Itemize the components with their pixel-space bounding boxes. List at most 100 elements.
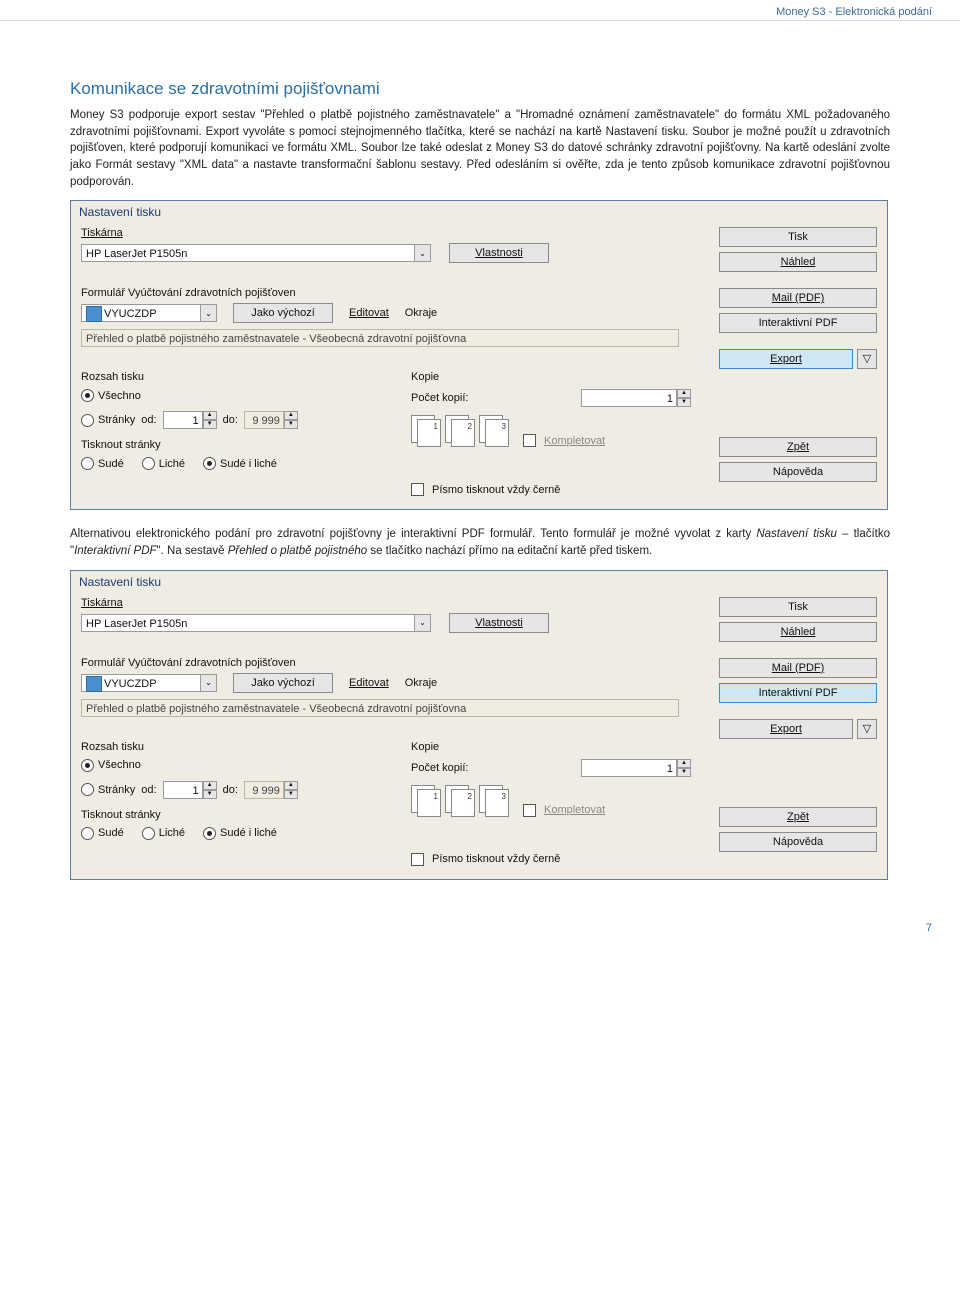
export-button[interactable]: Export — [719, 719, 853, 739]
margins-link[interactable]: Okraje — [405, 677, 437, 689]
copies-stepper[interactable]: 1 ▲▼ — [581, 759, 691, 777]
default-button[interactable]: Jako výchozí — [233, 673, 333, 693]
export-button[interactable]: Export — [719, 349, 853, 369]
range-all-radio[interactable]: Všechno — [81, 389, 141, 402]
form-label: Formulář Vyúčtování zdravotních pojišťov… — [81, 657, 679, 669]
radio-icon — [142, 827, 155, 840]
radio-icon — [203, 457, 216, 470]
edit-link[interactable]: Editovat — [349, 677, 389, 689]
print-settings-dialog-1: Nastavení tisku Tiskárna HP LaserJet P15… — [70, 200, 888, 510]
range-pages-radio[interactable]: Stránky — [81, 414, 135, 427]
copy-count-label: Počet kopií: — [411, 762, 468, 774]
properties-button[interactable]: Vlastnosti — [449, 613, 549, 633]
page-number: 7 — [0, 906, 960, 944]
dialog-title: Nastavení tisku — [71, 201, 887, 221]
interactive-pdf-button[interactable]: Interaktivní PDF — [719, 313, 877, 333]
checkbox-icon — [523, 434, 536, 447]
to-label: do: — [223, 784, 238, 796]
both-radio[interactable]: Sudé i liché — [203, 827, 277, 840]
to-stepper[interactable]: 9 999 ▲▼ — [244, 781, 298, 799]
content: Komunikace se zdravotními pojišťovnami M… — [0, 21, 960, 906]
print-pages-label: Tisknout stránky — [81, 439, 277, 451]
edit-link[interactable]: Editovat — [349, 307, 389, 319]
form-icon — [86, 676, 102, 692]
default-button[interactable]: Jako výchozí — [233, 303, 333, 323]
preview-button[interactable]: Náhled — [719, 252, 877, 272]
back-button[interactable]: Zpět — [719, 437, 877, 457]
printer-select[interactable]: HP LaserJet P1505n — [81, 244, 415, 262]
odd-radio[interactable]: Liché — [142, 457, 185, 470]
form-description: Přehled o platbě pojistného zaměstnavate… — [81, 329, 679, 347]
even-radio[interactable]: Sudé — [81, 827, 124, 840]
both-radio[interactable]: Sudé i liché — [203, 457, 277, 470]
chevron-down-icon[interactable]: ⌄ — [201, 674, 217, 692]
collate-checkbox[interactable]: Kompletovat — [523, 434, 605, 447]
copies-label: Kopie — [411, 741, 691, 753]
back-button[interactable]: Zpět — [719, 807, 877, 827]
dialog-title: Nastavení tisku — [71, 571, 887, 591]
help-button[interactable]: Nápověda — [719, 832, 877, 852]
form-label: Formulář Vyúčtování zdravotních pojišťov… — [81, 287, 679, 299]
range-label: Rozsah tisku — [81, 371, 298, 383]
export-menu-button[interactable]: ▽ — [857, 349, 877, 369]
form-select[interactable]: VYUCZDP — [81, 674, 201, 692]
side-buttons: Tisk Náhled Mail (PDF) Interaktivní PDF … — [719, 597, 877, 852]
radio-icon — [81, 759, 94, 772]
black-ink-checkbox[interactable]: Písmo tisknout vždy černě — [411, 483, 560, 496]
from-label: od: — [141, 784, 156, 796]
help-button[interactable]: Nápověda — [719, 462, 877, 482]
form-select[interactable]: VYUCZDP — [81, 304, 201, 322]
form-icon — [86, 306, 102, 322]
radio-icon — [142, 457, 155, 470]
section-title: Komunikace se zdravotními pojišťovnami — [70, 79, 890, 99]
checkbox-icon — [523, 804, 536, 817]
checkbox-icon — [411, 483, 424, 496]
black-ink-checkbox[interactable]: Písmo tisknout vždy černě — [411, 853, 560, 866]
collate-icon: 11 22 33 — [411, 415, 507, 447]
from-stepper[interactable]: 1 ▲▼ — [163, 781, 217, 799]
preview-button[interactable]: Náhled — [719, 622, 877, 642]
print-button[interactable]: Tisk — [719, 227, 877, 247]
paragraph-2: Alternativou elektronického podání pro z… — [70, 526, 890, 559]
radio-icon — [81, 414, 94, 427]
radio-icon — [81, 783, 94, 796]
even-radio[interactable]: Sudé — [81, 457, 124, 470]
radio-icon — [81, 389, 94, 402]
mail-pdf-button[interactable]: Mail (PDF) — [719, 658, 877, 678]
to-stepper[interactable]: 9 999 ▲▼ — [244, 411, 298, 429]
side-buttons: Tisk Náhled Mail (PDF) Interaktivní PDF … — [719, 227, 877, 482]
collate-icon: 11 22 33 — [411, 785, 507, 817]
printer-label: Tiskárna — [81, 597, 549, 609]
print-pages-label: Tisknout stránky — [81, 809, 277, 821]
properties-button[interactable]: Vlastnosti — [449, 243, 549, 263]
range-label: Rozsah tisku — [81, 741, 298, 753]
form-description: Přehled o platbě pojistného zaměstnavate… — [81, 699, 679, 717]
print-button[interactable]: Tisk — [719, 597, 877, 617]
chevron-down-icon[interactable]: ⌄ — [415, 614, 431, 632]
from-label: od: — [141, 414, 156, 426]
range-all-radio[interactable]: Všechno — [81, 759, 141, 772]
collate-checkbox[interactable]: Kompletovat — [523, 804, 605, 817]
interactive-pdf-button[interactable]: Interaktivní PDF — [719, 683, 877, 703]
export-menu-button[interactable]: ▽ — [857, 719, 877, 739]
chevron-down-icon[interactable]: ⌄ — [201, 304, 217, 322]
from-stepper[interactable]: 1 ▲▼ — [163, 411, 217, 429]
paragraph-1: Money S3 podporuje export sestav "Přehle… — [70, 107, 890, 190]
margins-link[interactable]: Okraje — [405, 307, 437, 319]
printer-select[interactable]: HP LaserJet P1505n — [81, 614, 415, 632]
chevron-down-icon[interactable]: ⌄ — [415, 244, 431, 262]
page-header: Money S3 - Elektronická podání — [0, 0, 960, 21]
to-label: do: — [223, 414, 238, 426]
copy-count-label: Počet kopií: — [411, 392, 468, 404]
odd-radio[interactable]: Liché — [142, 827, 185, 840]
print-settings-dialog-2: Nastavení tisku Tiskárna HP LaserJet P15… — [70, 570, 888, 880]
range-pages-radio[interactable]: Stránky — [81, 783, 135, 796]
mail-pdf-button[interactable]: Mail (PDF) — [719, 288, 877, 308]
radio-icon — [203, 827, 216, 840]
checkbox-icon — [411, 853, 424, 866]
copies-stepper[interactable]: 1 ▲▼ — [581, 389, 691, 407]
copies-label: Kopie — [411, 371, 691, 383]
printer-label: Tiskárna — [81, 227, 549, 239]
radio-icon — [81, 827, 94, 840]
radio-icon — [81, 457, 94, 470]
